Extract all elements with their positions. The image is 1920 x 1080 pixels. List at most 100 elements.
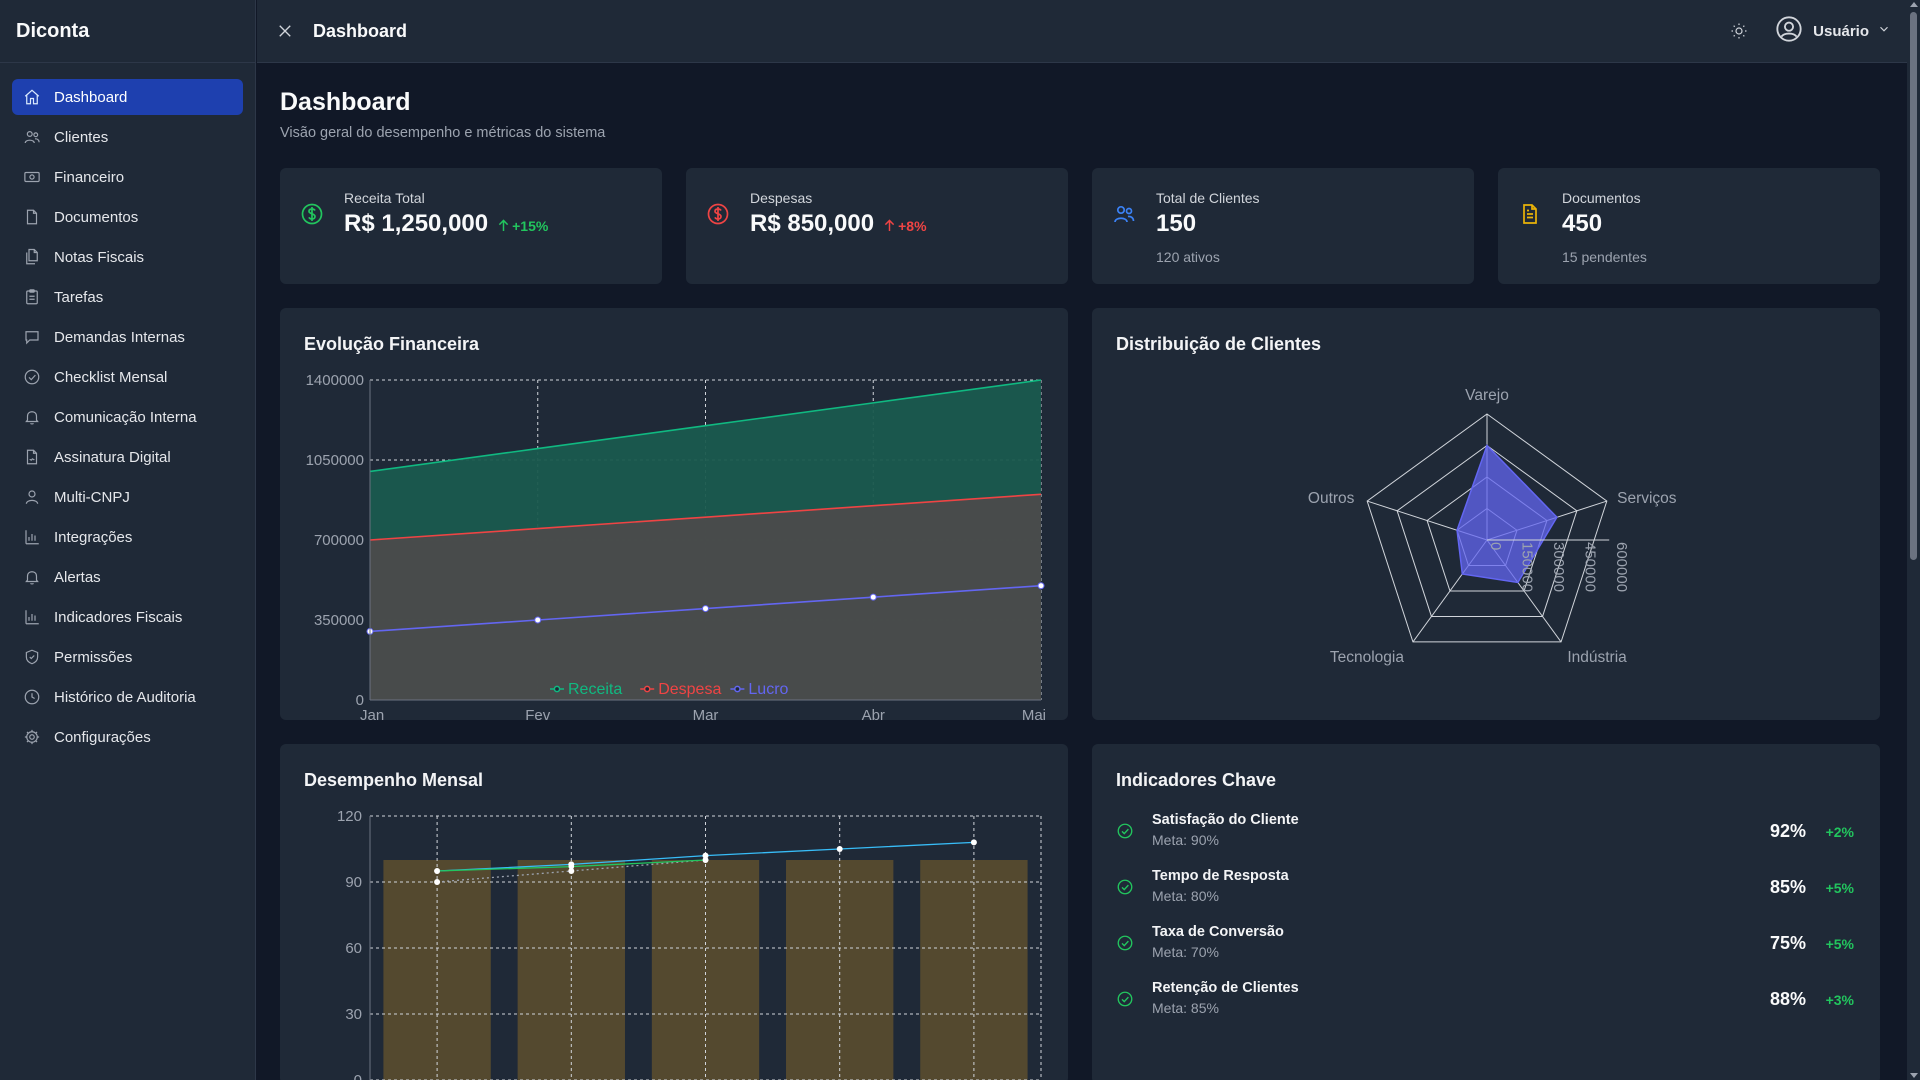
kpi-target: Meta: 90% — [1152, 832, 1219, 848]
radial-tick-label: 450000 — [1582, 542, 1599, 592]
sidebar-item-label: Dashboard — [54, 88, 128, 106]
data-point[interactable] — [702, 605, 709, 613]
sidebar-item-historico-de-auditoria[interactable]: Histórico de Auditoria — [12, 679, 243, 715]
sidebar-item-checklist-mensal[interactable]: Checklist Mensal — [12, 359, 243, 395]
banknote-icon — [22, 167, 42, 187]
sidebar-item-indicadores-fiscais[interactable]: Indicadores Fiscais — [12, 599, 243, 635]
y-tick-label: 90 — [345, 874, 362, 891]
sidebar-item-dashboard[interactable]: Dashboard — [12, 79, 243, 115]
sidebar-item-notas-fiscais[interactable]: Notas Fiscais — [12, 239, 243, 275]
radar-axis-label: Varejo — [1465, 387, 1509, 404]
stat-card: Receita Total R$ 1,250,000 +15% — [280, 168, 662, 284]
scroll-down-arrow[interactable] — [1910, 1073, 1918, 1078]
sidebar-nav: Dashboard Clientes Financeiro Documentos Not… — [0, 63, 255, 775]
financial-evolution-panel: Evolução Financeira 0 350000 700000 1050000… — [280, 308, 1068, 720]
stat-label: Total de Clientes — [1156, 190, 1260, 206]
sidebar-item-configuracoes[interactable]: Configurações — [12, 719, 243, 755]
kpi-name: Taxa de Conversão — [1152, 924, 1284, 940]
radar-area[interactable] — [1456, 444, 1558, 584]
sidebar-item-financeiro[interactable]: Financeiro — [12, 159, 243, 195]
x-tick-label: Abr — [862, 707, 885, 720]
home-icon — [22, 87, 42, 107]
kpi-name: Tempo de Resposta — [1152, 868, 1289, 884]
sidebar-item-documentos[interactable]: Documentos — [12, 199, 243, 235]
sidebar-item-assinatura-digital[interactable]: Assinatura Digital — [12, 439, 243, 475]
data-point[interactable] — [702, 857, 709, 863]
check-circle-icon — [22, 367, 42, 387]
sidebar-item-label: Financeiro — [54, 168, 125, 186]
user-menu[interactable]: Usuário — [1775, 15, 1891, 48]
radial-tick-label: 150000 — [1519, 542, 1536, 592]
brand-logo[interactable]: Diconta — [0, 0, 255, 63]
sidebar-item-permissoes[interactable]: Permissões — [12, 639, 243, 675]
trend-value: +8% — [898, 218, 927, 234]
trend-badge: +15% — [498, 218, 548, 234]
theme-toggle-button[interactable] — [1725, 17, 1753, 45]
bell-icon — [22, 407, 42, 427]
sidebar-item-label: Clientes — [54, 128, 109, 146]
data-point[interactable] — [869, 593, 877, 601]
kpi-row: Retenção de Clientes Meta: 85% 88% +3% — [1116, 980, 1854, 1024]
stat-value: R$ 850,000 +8% — [750, 210, 927, 238]
sidebar-item-multi-cnpj[interactable]: Multi-CNPJ — [12, 479, 243, 515]
sidebar-item-comunicacao-interna[interactable]: Comunicação Interna — [12, 399, 243, 435]
sun-icon — [1731, 23, 1747, 39]
sidebar-item-label: Permissões — [54, 648, 133, 666]
y-tick-label: 1050000 — [306, 452, 364, 469]
sidebar-item-label: Histórico de Auditoria — [54, 688, 196, 706]
financial-area-chart: 035000070000010500001400000Jan Fev Mar Abr M… — [306, 372, 1046, 720]
legend-label: Despesa — [658, 681, 721, 698]
data-point[interactable] — [568, 863, 575, 870]
sidebar-item-integracoes[interactable]: Integrações — [12, 519, 243, 555]
data-point[interactable] — [1037, 582, 1045, 590]
gear-icon — [22, 727, 42, 747]
stat-value: R$ 1,250,000 +15% — [344, 210, 548, 238]
kpi-target: Meta: 80% — [1152, 888, 1219, 904]
sidebar-item-label: Integrações — [54, 528, 133, 546]
kpi-value: 85% — [1769, 877, 1806, 897]
sidebar-item-tarefas[interactable]: Tarefas — [12, 279, 243, 315]
monthly-performance-panel: Desempenho Mensal 0306090120 — [280, 744, 1068, 1080]
stat-number: 450 — [1562, 210, 1603, 237]
sidebar-item-label: Alertas — [54, 568, 101, 586]
kpi-row: Taxa de Conversão Meta: 70% 75% +5% — [1116, 924, 1854, 968]
close-sidebar-button[interactable] — [273, 19, 297, 43]
dollar-circle-icon — [300, 202, 324, 226]
kpi-delta: +5% — [1825, 880, 1854, 896]
sidebar-item-clientes[interactable]: Clientes — [12, 119, 243, 155]
data-point[interactable] — [534, 616, 542, 624]
bar-chart-icon — [22, 607, 42, 627]
file-icon — [22, 207, 42, 227]
scroll-thumb[interactable] — [1910, 12, 1917, 560]
scroll-up-arrow[interactable] — [1910, 2, 1918, 7]
y-tick-label: 1400000 — [306, 372, 364, 389]
page-scrollbar[interactable] — [1907, 0, 1920, 1080]
stat-number: R$ 850,000 — [750, 210, 875, 237]
stat-number: 150 — [1156, 210, 1197, 237]
sidebar-item-label: Documentos — [54, 208, 139, 226]
kpi-name: Retenção de Clientes — [1152, 980, 1299, 996]
clock-icon — [22, 687, 42, 707]
data-point[interactable] — [836, 846, 843, 852]
data-point[interactable] — [434, 879, 441, 885]
x-tick-label: Jan — [360, 707, 384, 720]
x-tick-label: Fev — [525, 707, 551, 720]
kpi-value: 88% — [1769, 989, 1806, 1009]
kpi-value: 75% — [1769, 933, 1806, 953]
data-point[interactable] — [434, 868, 440, 874]
sidebar-item-alertas[interactable]: Alertas — [12, 559, 243, 595]
sidebar-item-demandas-internas[interactable]: Demandas Internas — [12, 319, 243, 355]
radar-axis-label: Indústria — [1567, 649, 1627, 666]
top-header: Dashboard Usuário — [257, 0, 1907, 63]
user-icon — [22, 487, 42, 507]
data-point[interactable] — [970, 839, 977, 846]
stat-card: Despesas R$ 850,000 +8% — [686, 168, 1068, 284]
sidebar-item-label: Demandas Internas — [54, 328, 185, 346]
shield-icon — [22, 647, 42, 667]
users-icon — [1112, 202, 1136, 226]
legend-label: Receita — [568, 681, 622, 698]
file-signature-icon — [22, 447, 42, 467]
stat-value: 150 — [1156, 210, 1196, 238]
y-tick-label: 350000 — [314, 612, 364, 629]
kpi-delta: +2% — [1825, 824, 1854, 840]
